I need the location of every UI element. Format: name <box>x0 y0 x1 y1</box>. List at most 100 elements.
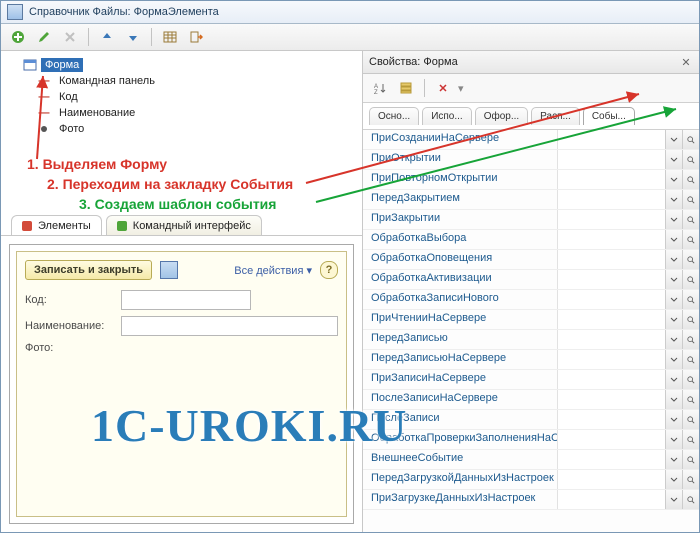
event-dropdown-button[interactable] <box>665 190 682 209</box>
tab-elements[interactable]: Элементы <box>11 215 102 235</box>
event-magnifier-button[interactable] <box>682 250 699 269</box>
edit-button[interactable] <box>33 26 55 48</box>
event-row[interactable]: ПриСозданииНаСервере <box>363 130 699 150</box>
event-row[interactable]: ОбработкаПроверкиЗаполненияНаСервере <box>363 430 699 450</box>
event-row[interactable]: ПередЗакрытием <box>363 190 699 210</box>
event-row[interactable]: ПриЗакрытии <box>363 210 699 230</box>
event-dropdown-button[interactable] <box>665 150 682 169</box>
event-value[interactable] <box>557 430 665 449</box>
event-dropdown-button[interactable] <box>665 310 682 329</box>
event-row[interactable]: ПриПовторномОткрытии <box>363 170 699 190</box>
tree-node-kod[interactable]: — Код <box>37 89 354 105</box>
event-magnifier-button[interactable] <box>682 490 699 509</box>
event-dropdown-button[interactable] <box>665 330 682 349</box>
event-dropdown-button[interactable] <box>665 470 682 489</box>
event-value[interactable] <box>557 470 665 489</box>
event-row[interactable]: ВнешнееСобытие <box>363 450 699 470</box>
sort-az-button[interactable]: AZ <box>369 77 391 99</box>
tree-node-photo[interactable]: Фото <box>37 121 354 137</box>
event-magnifier-button[interactable] <box>682 330 699 349</box>
event-dropdown-button[interactable] <box>665 410 682 429</box>
event-value[interactable] <box>557 150 665 169</box>
tab-command-interface[interactable]: Командный интерфейс <box>106 215 262 235</box>
event-value[interactable] <box>557 170 665 189</box>
event-value[interactable] <box>557 390 665 409</box>
event-dropdown-button[interactable] <box>665 170 682 189</box>
event-row[interactable]: ПриЗагрузкеДанныхИзНастроек <box>363 490 699 510</box>
event-value[interactable] <box>557 270 665 289</box>
event-dropdown-button[interactable] <box>665 130 682 149</box>
event-magnifier-button[interactable] <box>682 130 699 149</box>
event-magnifier-button[interactable] <box>682 230 699 249</box>
ptab-events[interactable]: Собы... <box>583 107 635 125</box>
event-magnifier-button[interactable] <box>682 350 699 369</box>
close-properties-button[interactable]: ✕ <box>679 55 693 69</box>
export-button[interactable] <box>185 26 207 48</box>
event-dropdown-button[interactable] <box>665 210 682 229</box>
event-magnifier-button[interactable] <box>682 190 699 209</box>
table-button[interactable] <box>159 26 181 48</box>
event-magnifier-button[interactable] <box>682 270 699 289</box>
event-row[interactable]: ОбработкаАктивизации <box>363 270 699 290</box>
event-value[interactable] <box>557 310 665 329</box>
event-magnifier-button[interactable] <box>682 170 699 189</box>
element-tree[interactable]: Форма — Командная панель — Код — <box>1 51 362 139</box>
save-and-close-button[interactable]: Записать и закрыть <box>25 260 152 280</box>
event-value[interactable] <box>557 350 665 369</box>
move-down-button[interactable] <box>122 26 144 48</box>
move-up-button[interactable] <box>96 26 118 48</box>
ptab-usage[interactable]: Испо... <box>422 107 472 125</box>
event-magnifier-button[interactable] <box>682 430 699 449</box>
event-value[interactable] <box>557 490 665 509</box>
event-magnifier-button[interactable] <box>682 410 699 429</box>
event-row[interactable]: ОбработкаЗаписиНового <box>363 290 699 310</box>
event-dropdown-button[interactable] <box>665 290 682 309</box>
event-dropdown-button[interactable] <box>665 350 682 369</box>
event-dropdown-button[interactable] <box>665 270 682 289</box>
tree-node-command-panel[interactable]: — Командная панель <box>37 73 354 89</box>
categories-button[interactable] <box>395 77 417 99</box>
event-value[interactable] <box>557 210 665 229</box>
event-row[interactable]: ПередЗаписьюНаСервере <box>363 350 699 370</box>
event-value[interactable] <box>557 250 665 269</box>
add-button[interactable] <box>7 26 29 48</box>
event-value[interactable] <box>557 330 665 349</box>
delete-button[interactable] <box>59 26 81 48</box>
event-value[interactable] <box>557 190 665 209</box>
event-row[interactable]: ПриОткрытии <box>363 150 699 170</box>
event-row[interactable]: ПриЗаписиНаСервере <box>363 370 699 390</box>
ptab-format[interactable]: Офор... <box>475 107 528 125</box>
event-value[interactable] <box>557 370 665 389</box>
event-list[interactable]: ПриСозданииНаСервереПриОткрытииПриПовтор… <box>363 130 699 532</box>
tree-node-form[interactable]: Форма <box>23 57 354 73</box>
event-magnifier-button[interactable] <box>682 370 699 389</box>
event-dropdown-button[interactable] <box>665 450 682 469</box>
event-dropdown-button[interactable] <box>665 390 682 409</box>
help-button[interactable]: ? <box>320 261 338 279</box>
save-icon[interactable] <box>160 261 178 279</box>
event-dropdown-button[interactable] <box>665 250 682 269</box>
event-magnifier-button[interactable] <box>682 470 699 489</box>
dropdown-icon[interactable]: ▾ <box>458 82 464 95</box>
event-value[interactable] <box>557 130 665 149</box>
event-row[interactable]: ПередЗаписью <box>363 330 699 350</box>
event-magnifier-button[interactable] <box>682 290 699 309</box>
kod-input[interactable] <box>121 290 251 310</box>
event-dropdown-button[interactable] <box>665 230 682 249</box>
event-value[interactable] <box>557 410 665 429</box>
event-value[interactable] <box>557 230 665 249</box>
event-row[interactable]: ПослеЗаписиНаСервере <box>363 390 699 410</box>
event-magnifier-button[interactable] <box>682 450 699 469</box>
event-dropdown-button[interactable] <box>665 370 682 389</box>
event-row[interactable]: ПослеЗаписи <box>363 410 699 430</box>
event-row[interactable]: ПередЗагрузкойДанныхИзНастроек <box>363 470 699 490</box>
tree-node-name[interactable]: — Наименование <box>37 105 354 121</box>
event-magnifier-button[interactable] <box>682 390 699 409</box>
event-row[interactable]: ПриЧтенииНаСервере <box>363 310 699 330</box>
event-magnifier-button[interactable] <box>682 150 699 169</box>
event-row[interactable]: ОбработкаОповещения <box>363 250 699 270</box>
ptab-main[interactable]: Осно... <box>369 107 419 125</box>
ptab-layout[interactable]: Расп... <box>531 107 580 125</box>
event-value[interactable] <box>557 450 665 469</box>
event-magnifier-button[interactable] <box>682 310 699 329</box>
